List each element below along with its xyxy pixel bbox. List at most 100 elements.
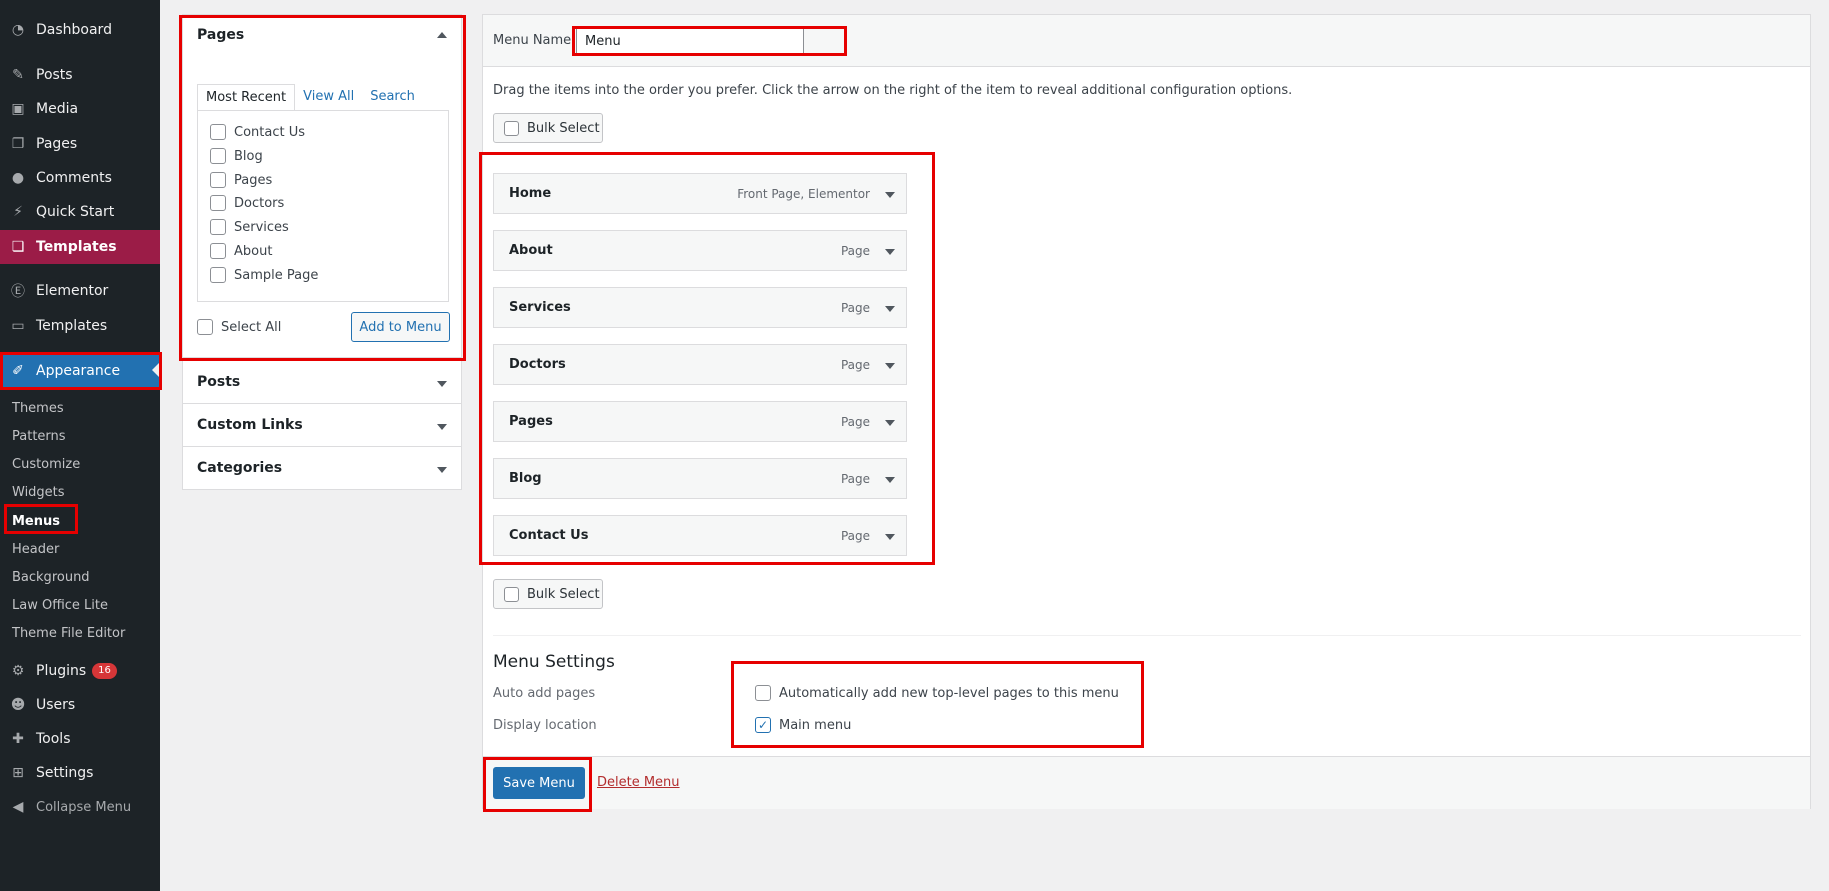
submenu-item-theme-file-editor[interactable]: Theme File Editor bbox=[0, 620, 160, 646]
pages-tabs: Most Recent View All Search bbox=[197, 84, 423, 111]
submenu-item-patterns[interactable]: Patterns bbox=[0, 423, 160, 449]
sidebar-item-dashboard[interactable]: ◔ Dashboard bbox=[0, 14, 160, 46]
expand-item-icon[interactable] bbox=[885, 477, 895, 483]
sidebar-item-tools[interactable]: ✚ Tools bbox=[0, 723, 160, 755]
custom-links-metabox[interactable]: Custom Links bbox=[182, 403, 462, 447]
menu-item-title: Services bbox=[509, 300, 571, 315]
page-label: Services bbox=[234, 219, 289, 235]
bulk-select-button-bottom[interactable]: Bulk Select bbox=[493, 579, 603, 609]
menu-item-doctors[interactable]: Doctors Page bbox=[493, 344, 907, 385]
submenu-item-law-office-lite[interactable]: Law Office Lite bbox=[0, 592, 160, 618]
sidebar-item-appearance[interactable]: ✐ Appearance bbox=[0, 354, 160, 388]
collapse-menu-label: Collapse Menu bbox=[36, 799, 132, 815]
submenu-item-menus[interactable]: Menus bbox=[0, 508, 160, 534]
list-item[interactable]: Services bbox=[210, 219, 289, 235]
list-item[interactable]: Blog bbox=[210, 148, 263, 164]
categories-metabox[interactable]: Categories bbox=[182, 446, 462, 490]
menu-name-input[interactable]: Menu bbox=[576, 26, 804, 56]
save-menu-button[interactable]: Save Menu bbox=[493, 767, 585, 799]
page-checkbox[interactable] bbox=[210, 219, 226, 235]
expand-item-icon[interactable] bbox=[885, 420, 895, 426]
list-item[interactable]: About bbox=[210, 243, 272, 259]
sidebar-item-comments[interactable]: ● Comments bbox=[0, 162, 160, 194]
expand-item-icon[interactable] bbox=[885, 306, 895, 312]
submenu-item-widgets[interactable]: Widgets bbox=[0, 479, 160, 505]
page-checkbox[interactable] bbox=[210, 148, 226, 164]
expand-item-icon[interactable] bbox=[885, 249, 895, 255]
sidebar-item-plugins[interactable]: ⚙ Plugins 16 bbox=[0, 655, 160, 687]
posts-metabox[interactable]: Posts bbox=[182, 360, 462, 404]
sidebar-item-templates[interactable]: ❏ Templates bbox=[0, 230, 160, 264]
menu-item-title: Blog bbox=[509, 471, 542, 486]
sidebar-item-label: Templates bbox=[36, 318, 108, 334]
tab-most-recent[interactable]: Most Recent bbox=[197, 84, 296, 111]
tab-view-all[interactable]: View All bbox=[295, 84, 362, 111]
sidebar-item-users[interactable]: ☻ Users bbox=[0, 689, 160, 721]
delete-menu-link[interactable]: Delete Menu bbox=[597, 775, 680, 790]
bulk-select-checkbox[interactable] bbox=[504, 120, 519, 136]
page-checkbox[interactable] bbox=[210, 243, 226, 259]
page-checkbox[interactable] bbox=[210, 172, 226, 188]
page-checkbox[interactable] bbox=[210, 124, 226, 140]
menu-item-services[interactable]: Services Page bbox=[493, 287, 907, 328]
collapse-menu-button[interactable]: ◀ Collapse Menu bbox=[0, 791, 160, 823]
sidebar-item-elementor-templates[interactable]: ▭ Templates bbox=[0, 310, 160, 342]
list-item[interactable]: Sample Page bbox=[210, 267, 318, 283]
page-checkbox[interactable] bbox=[210, 195, 226, 211]
select-all-checkbox-row[interactable]: Select All bbox=[197, 319, 281, 335]
sidebar-item-quick-start[interactable]: ⚡ Quick Start bbox=[0, 196, 160, 228]
select-all-checkbox[interactable] bbox=[197, 319, 213, 335]
submenu-item-customize[interactable]: Customize bbox=[0, 451, 160, 477]
submenu-label: Customize bbox=[12, 456, 81, 472]
menu-item-contact-us[interactable]: Contact Us Page bbox=[493, 515, 907, 556]
sidebar-item-pages[interactable]: ❐ Pages bbox=[0, 128, 160, 160]
submenu-item-background[interactable]: Background bbox=[0, 564, 160, 590]
tab-search[interactable]: Search bbox=[362, 84, 423, 111]
page-label: Sample Page bbox=[234, 267, 319, 283]
submenu-label: Themes bbox=[12, 400, 64, 416]
auto-add-pages-option[interactable]: Automatically add new top-level pages to… bbox=[755, 685, 1119, 701]
page-checkbox[interactable] bbox=[210, 267, 226, 283]
expand-item-icon[interactable] bbox=[885, 192, 895, 198]
pages-checklist: Contact Us Blog Pages Doctors Services A… bbox=[197, 110, 449, 302]
auto-add-pages-checkbox[interactable] bbox=[755, 685, 771, 701]
submenu-label: Background bbox=[12, 569, 90, 585]
list-item[interactable]: Contact Us bbox=[210, 124, 305, 140]
menu-item-pages[interactable]: Pages Page bbox=[493, 401, 907, 442]
main-menu-checkbox[interactable] bbox=[755, 717, 771, 733]
expand-down-icon[interactable] bbox=[437, 467, 447, 473]
drag-instructions: Drag the items into the order you prefer… bbox=[493, 83, 1293, 98]
sidebar-item-media[interactable]: ▣ Media bbox=[0, 93, 160, 125]
menu-item-type: Page bbox=[840, 472, 870, 486]
sidebar-item-settings[interactable]: ⊞ Settings bbox=[0, 757, 160, 789]
add-to-menu-button[interactable]: Add to Menu bbox=[351, 312, 450, 342]
expand-down-icon[interactable] bbox=[437, 381, 447, 387]
expand-item-icon[interactable] bbox=[885, 534, 895, 540]
settings-icon: ⊞ bbox=[12, 765, 24, 781]
menu-item-type: Page bbox=[840, 529, 870, 543]
pages-metabox-title[interactable]: Pages bbox=[197, 27, 244, 43]
categories-metabox-title: Categories bbox=[197, 460, 283, 476]
list-item[interactable]: Doctors bbox=[210, 195, 284, 211]
expand-item-icon[interactable] bbox=[885, 363, 895, 369]
display-location-option[interactable]: Main menu bbox=[755, 717, 851, 733]
menu-item-home[interactable]: Home Front Page, Elementor bbox=[493, 173, 907, 214]
bulk-select-checkbox[interactable] bbox=[504, 586, 519, 602]
submenu-item-header[interactable]: Header bbox=[0, 536, 160, 562]
page-label: Pages bbox=[234, 172, 273, 188]
plug-icon: ⚡ bbox=[13, 204, 23, 220]
menu-item-blog[interactable]: Blog Page bbox=[493, 458, 907, 499]
menu-item-about[interactable]: About Page bbox=[493, 230, 907, 271]
sidebar-item-label: Appearance bbox=[36, 363, 121, 379]
sidebar-item-label: Dashboard bbox=[36, 22, 112, 38]
list-item[interactable]: Pages bbox=[210, 172, 272, 188]
submenu-item-themes[interactable]: Themes bbox=[0, 395, 160, 421]
submenu-label: Header bbox=[12, 541, 60, 557]
expand-down-icon[interactable] bbox=[437, 424, 447, 430]
collapse-up-icon[interactable] bbox=[437, 32, 447, 38]
bulk-select-button-top[interactable]: Bulk Select bbox=[493, 113, 603, 143]
sidebar-item-posts[interactable]: ✎ Posts bbox=[0, 59, 160, 91]
folder-icon: ▭ bbox=[11, 318, 25, 334]
sidebar-item-elementor[interactable]: Ⓔ Elementor bbox=[0, 275, 160, 307]
pages-metabox: Pages Most Recent View All Search Contac… bbox=[182, 14, 462, 358]
